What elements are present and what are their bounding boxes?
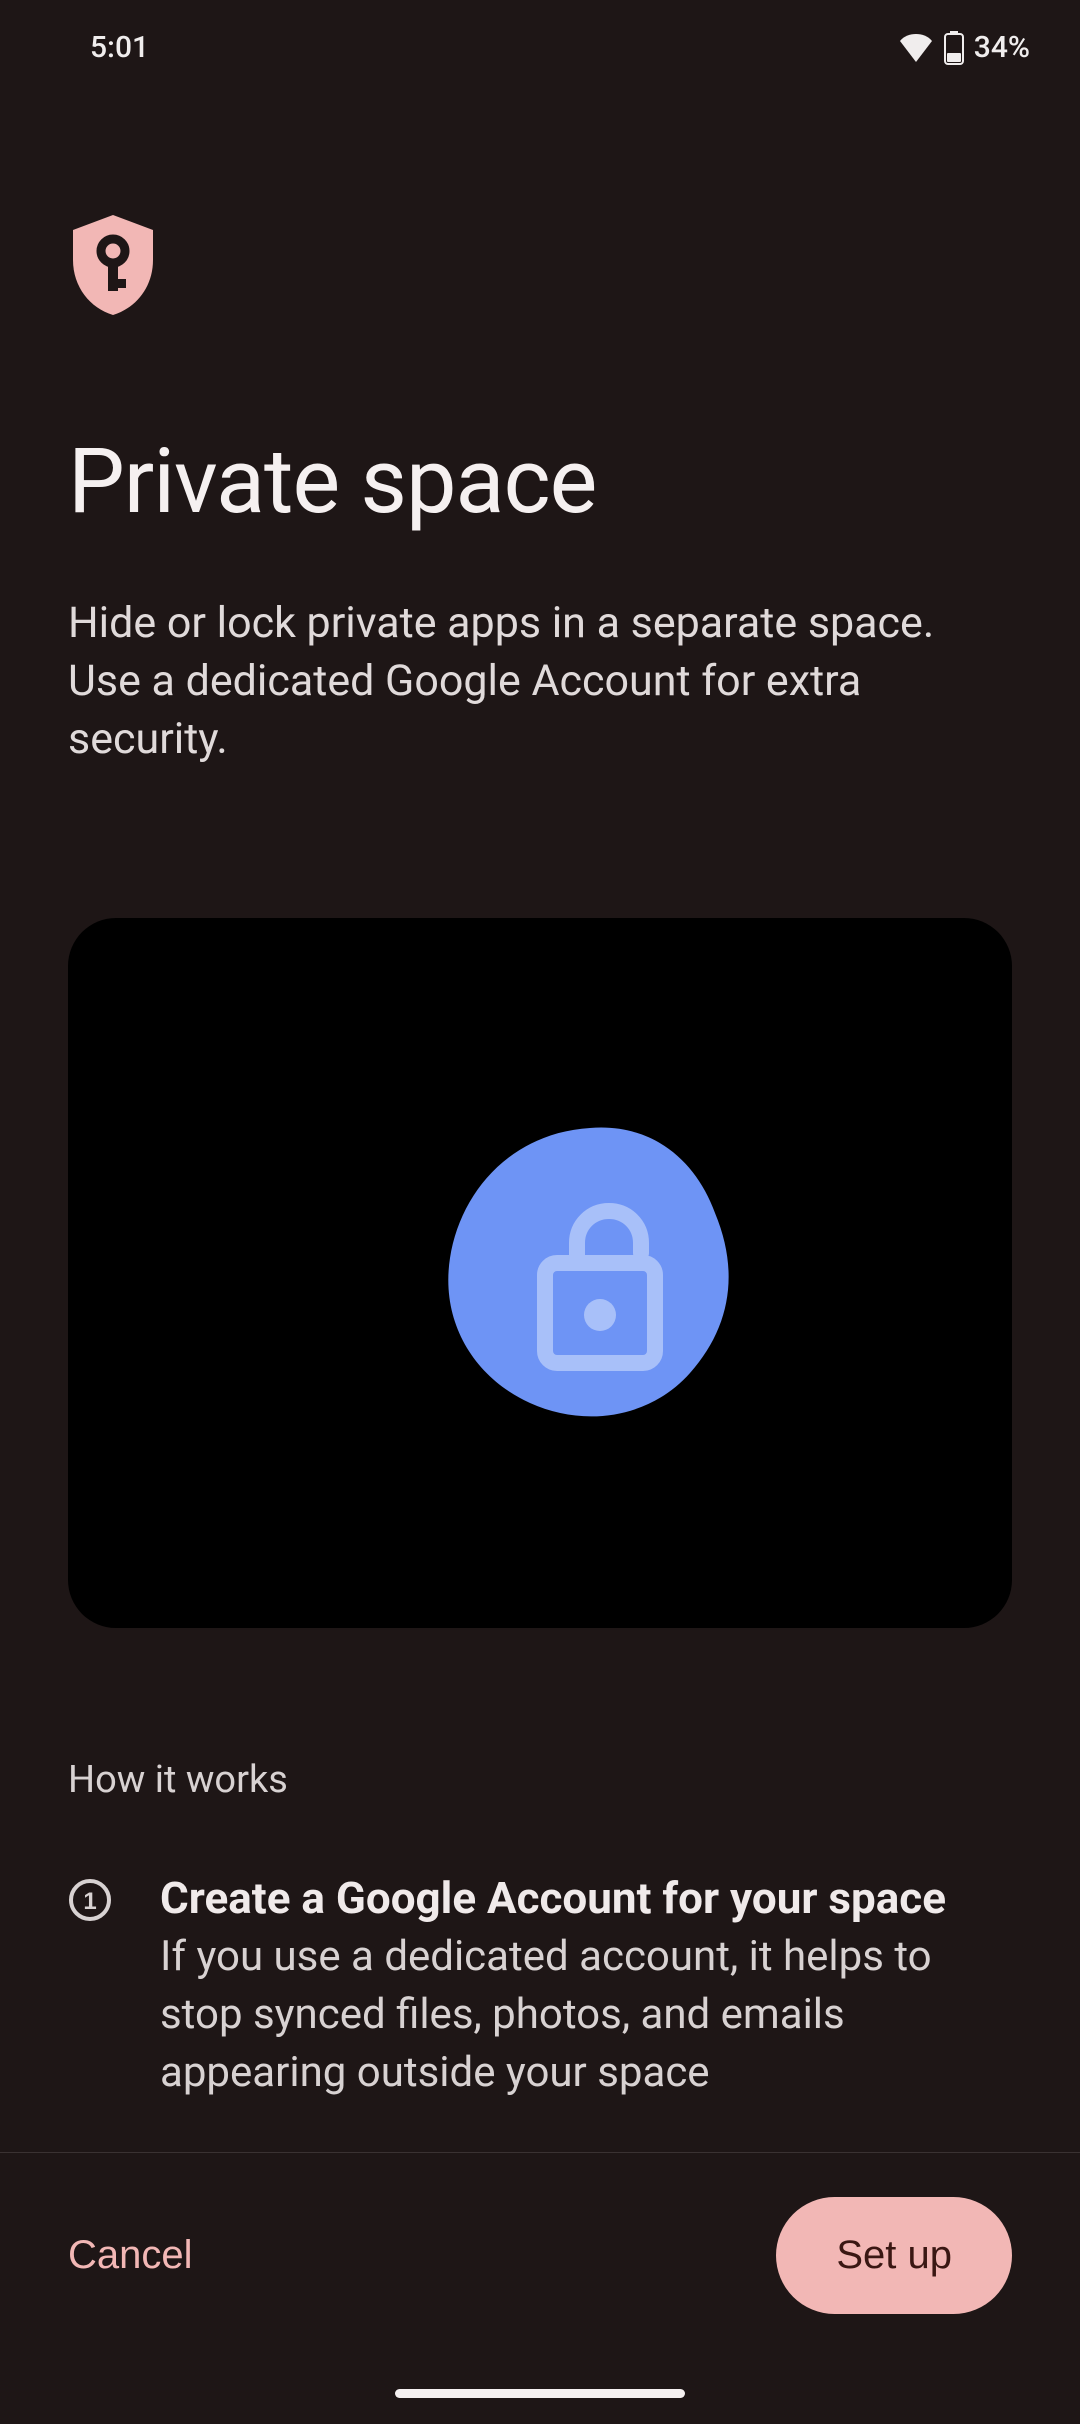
step-1-title: Create a Google Account for your space	[160, 1872, 1012, 1924]
battery-icon	[944, 31, 964, 65]
page-title: Private space	[68, 429, 1012, 534]
page-description: Hide or lock private apps in a separate …	[68, 594, 1012, 768]
shield-key-icon	[68, 215, 1012, 319]
step-number-1-icon: 1	[68, 1878, 112, 2102]
status-time: 5:01	[90, 30, 149, 65]
battery-percent: 34%	[974, 30, 1030, 65]
lock-illustration	[420, 1108, 760, 1448]
bottom-action-bar: Cancel Set up	[0, 2152, 1080, 2424]
wifi-icon	[898, 34, 934, 62]
setup-button[interactable]: Set up	[776, 2197, 1012, 2314]
main-content: Private space Hide or lock private apps …	[0, 85, 1080, 2248]
svg-text:1: 1	[83, 1888, 96, 1915]
step-1-description: If you use a dedicated account, it helps…	[160, 1928, 1012, 2102]
cancel-button[interactable]: Cancel	[68, 2213, 193, 2298]
status-right: 34%	[898, 30, 1030, 65]
nav-handle[interactable]	[395, 2389, 685, 2398]
status-bar: 5:01 34%	[0, 0, 1080, 85]
illustration-card	[68, 918, 1012, 1628]
step-item-1: 1 Create a Google Account for your space…	[68, 1872, 1012, 2102]
section-heading: How it works	[68, 1758, 1012, 1802]
